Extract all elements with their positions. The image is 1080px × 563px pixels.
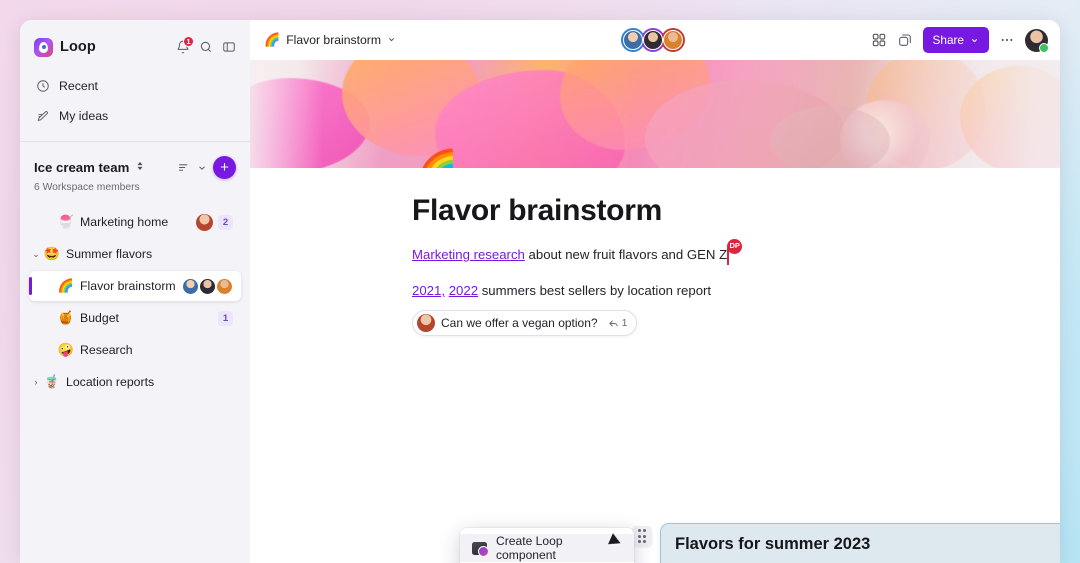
chevron-down-icon[interactable] bbox=[197, 163, 207, 173]
link-2021[interactable]: 2021, bbox=[412, 283, 445, 298]
sort-arrows-icon[interactable] bbox=[135, 159, 145, 177]
chevron-right-icon[interactable]: › bbox=[29, 377, 43, 387]
link-marketing-research[interactable]: Marketing research bbox=[412, 247, 525, 262]
tree-item-flavor-brainstorm[interactable]: 🌈 Flavor brainstorm bbox=[29, 271, 241, 301]
sidebar-nav: Recent My ideas bbox=[20, 70, 250, 132]
cover-emoji[interactable]: 🌈 bbox=[415, 151, 457, 168]
drag-handle-icon[interactable] bbox=[632, 526, 652, 546]
page-emoji: 🤩 bbox=[43, 246, 61, 261]
loop-logo-icon bbox=[34, 37, 53, 57]
presence-avatar[interactable] bbox=[621, 28, 645, 52]
tree-item-budget[interactable]: 🍯 Budget 1 bbox=[29, 303, 241, 333]
avatar bbox=[199, 277, 216, 295]
link-2022[interactable]: 2022 bbox=[449, 283, 478, 298]
reply-arrow-icon bbox=[608, 319, 618, 327]
paragraph-2[interactable]: 2021, 2022 summers best sellers by locat… bbox=[412, 282, 711, 300]
table-card: Flavors for summer 2023 bbox=[660, 523, 1060, 563]
tree-item-location-reports[interactable]: › 🧋 Location reports bbox=[29, 367, 241, 397]
app-window: Loop 1 Recent My ideas Ice cream team + … bbox=[20, 20, 1060, 563]
avatar bbox=[196, 213, 213, 231]
avatar bbox=[216, 277, 233, 295]
cover-banner[interactable]: 🌈 bbox=[250, 60, 1060, 168]
page-emoji: 🌈 bbox=[264, 32, 281, 47]
collapse-panel-icon[interactable] bbox=[222, 40, 236, 54]
page-emoji: 🧋 bbox=[43, 374, 61, 389]
tree-item-label: Marketing home bbox=[80, 215, 169, 229]
menu-item-label: Create Loop component bbox=[496, 534, 563, 562]
workspace-name: Ice cream team bbox=[34, 160, 130, 175]
avatar[interactable] bbox=[1025, 28, 1049, 53]
menu-item-create-loop-component[interactable]: Create Loop component bbox=[460, 534, 634, 562]
page-emoji: 🌈 bbox=[57, 278, 75, 293]
main-area: 🌈 Flavor brainstorm Share 🌈 Flavor brain… bbox=[250, 20, 1060, 563]
sidebar: Loop 1 Recent My ideas Ice cream team + … bbox=[20, 20, 250, 563]
chevron-down-icon[interactable]: ⌄ bbox=[29, 249, 43, 260]
comment-pill[interactable]: Can we offer a vegan option? 1 bbox=[412, 310, 638, 336]
reply-count: 1 bbox=[621, 317, 628, 329]
sidebar-item-recent[interactable]: Recent bbox=[30, 72, 240, 100]
sidebar-header: Loop 1 bbox=[20, 20, 250, 70]
comment-text: Can we offer a vegan option? bbox=[441, 316, 598, 330]
presence-avatars bbox=[621, 28, 685, 52]
table-header: Flavors for summer 2023 bbox=[661, 524, 1060, 563]
share-label: Share bbox=[932, 33, 964, 47]
tree-item-research[interactable]: 🤪 Research bbox=[29, 335, 241, 365]
avatar bbox=[182, 277, 199, 295]
page-badge: 1 bbox=[218, 310, 233, 326]
presence-avatar[interactable] bbox=[641, 28, 665, 52]
page-title[interactable]: Flavor brainstorm bbox=[412, 194, 1020, 228]
brand-row: Loop 1 bbox=[34, 34, 236, 60]
search-icon[interactable] bbox=[199, 40, 213, 54]
reply-count-group: 1 bbox=[608, 317, 628, 329]
avatar bbox=[417, 314, 435, 332]
paragraph-1-text: about new fruit flavors and GEN Z bbox=[524, 247, 728, 262]
workspace-members: 6 Workspace members bbox=[34, 182, 140, 193]
chevron-down-icon bbox=[971, 38, 978, 42]
page-emoji: 🍯 bbox=[57, 310, 75, 325]
page-emoji: 🍧 bbox=[57, 214, 75, 229]
chevron-down-icon[interactable] bbox=[387, 35, 396, 46]
copy-link-icon[interactable] bbox=[897, 32, 913, 48]
pencil-note-icon bbox=[36, 109, 50, 123]
share-button[interactable]: Share bbox=[922, 27, 989, 53]
tree-item-label: Summer flavors bbox=[66, 247, 153, 261]
apps-grid-icon[interactable] bbox=[871, 32, 887, 48]
loop-component-icon bbox=[472, 541, 489, 557]
tree-item-label: Location reports bbox=[66, 375, 155, 389]
list-options-icon[interactable] bbox=[176, 161, 191, 174]
paragraph-1[interactable]: Marketing research about new fruit flavo… bbox=[412, 239, 743, 265]
page-tree: 🍧 Marketing home 2 ⌄ 🤩 Summer flavors 🌈 … bbox=[20, 201, 250, 399]
ellipsis-icon[interactable] bbox=[999, 32, 1015, 48]
clock-icon bbox=[36, 79, 50, 93]
page-emoji: 🤪 bbox=[57, 342, 75, 357]
table-title[interactable]: Flavors for summer 2023 bbox=[675, 535, 1060, 554]
sidebar-item-label: Recent bbox=[59, 79, 98, 93]
sidebar-item-my-ideas[interactable]: My ideas bbox=[30, 102, 240, 130]
brand-name: Loop bbox=[60, 39, 96, 55]
top-toolbar: 🌈 Flavor brainstorm Share bbox=[250, 20, 1060, 60]
cursor-initials: DP bbox=[727, 239, 743, 254]
collaborator-avatars bbox=[182, 277, 233, 295]
bell-icon[interactable]: 1 bbox=[176, 36, 194, 54]
add-page-button[interactable]: + bbox=[213, 156, 236, 179]
table-block: Flavors for summer 2023 bbox=[632, 523, 1060, 563]
document-title-chip[interactable]: 🌈 Flavor brainstorm bbox=[264, 32, 396, 48]
sidebar-item-label: My ideas bbox=[59, 109, 109, 123]
tree-item-marketing-home[interactable]: 🍧 Marketing home 2 bbox=[29, 207, 241, 237]
document-title-label: Flavor brainstorm bbox=[286, 33, 382, 47]
page-badge: 2 bbox=[218, 214, 233, 230]
workspace-header: Ice cream team + 6 Workspace members bbox=[20, 142, 250, 201]
tree-item-label: Flavor brainstorm bbox=[80, 279, 176, 293]
context-menu: Create Loop component Delete bbox=[460, 528, 634, 563]
paragraph-2-text: summers best sellers by location report bbox=[478, 283, 712, 298]
tree-item-summer-flavors[interactable]: ⌄ 🤩 Summer flavors bbox=[29, 239, 241, 269]
presence-avatar[interactable] bbox=[661, 28, 685, 52]
document-body: Flavor brainstorm Marketing research abo… bbox=[250, 168, 1060, 563]
tree-item-label: Budget bbox=[80, 311, 119, 325]
tree-item-label: Research bbox=[80, 343, 133, 357]
notification-count: 1 bbox=[183, 36, 194, 47]
